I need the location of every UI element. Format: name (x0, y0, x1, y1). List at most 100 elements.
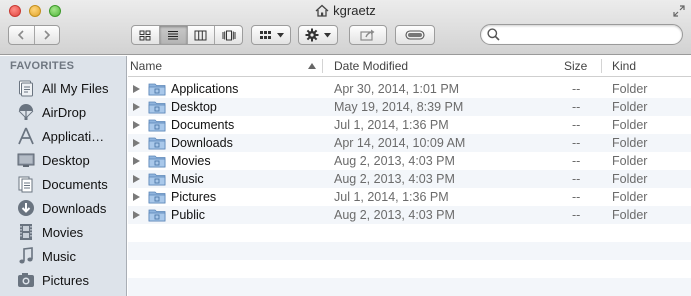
sidebar-item-desktop[interactable]: Desktop (0, 149, 126, 171)
action-button[interactable] (298, 25, 338, 45)
column-header-name[interactable]: Name (130, 56, 162, 76)
dropdown-arrow-icon (276, 32, 284, 37)
sidebar-item-label: Documents (42, 176, 108, 192)
file-size: -- (572, 118, 581, 132)
disclosure-triangle-icon[interactable] (133, 175, 140, 183)
table-row[interactable]: Documents Jul 1, 2014, 1:36 PM -- Folder (128, 116, 691, 134)
sidebar-item-pictures[interactable]: Pictures (0, 269, 126, 291)
column-header-size[interactable]: Size (564, 56, 587, 76)
pictures-icon (16, 271, 36, 289)
sidebar-item-movies[interactable]: Movies (0, 221, 126, 243)
tags-toggle-icon (405, 30, 425, 40)
window-title-text: kgraetz (333, 3, 376, 18)
empty-row (128, 278, 691, 296)
home-icon (315, 4, 329, 17)
sidebar-item-label: Applicati… (42, 128, 105, 144)
disclosure-triangle-icon[interactable] (133, 121, 140, 129)
disclosure-triangle-icon[interactable] (133, 193, 140, 201)
window-toolbar: kgraetz (0, 0, 691, 55)
music-folder-icon (148, 173, 166, 186)
sidebar-item-music[interactable]: Music (0, 245, 126, 267)
sidebar-item-downloads[interactable]: Downloads (0, 197, 126, 219)
documents-icon (16, 175, 36, 193)
share-button[interactable] (349, 25, 387, 45)
sidebar-item-documents[interactable]: Documents (0, 173, 126, 195)
file-name: Downloads (171, 136, 233, 150)
file-kind: Folder (612, 190, 648, 204)
applications-folder-icon (148, 83, 166, 96)
column-view-button[interactable] (188, 26, 216, 44)
sidebar-item-label: Music (42, 248, 76, 264)
documents-folder-icon (148, 119, 166, 132)
fullscreen-icon[interactable] (673, 5, 685, 17)
tags-button[interactable] (395, 25, 435, 45)
forward-button[interactable] (35, 26, 60, 44)
table-row[interactable]: Music Aug 2, 2013, 4:03 PM -- Folder (128, 170, 691, 188)
icon-view-button[interactable] (132, 26, 160, 44)
file-name: Music (171, 172, 204, 186)
chevron-left-icon (18, 30, 24, 40)
sidebar-item-all-my-files[interactable]: All My Files (0, 77, 126, 99)
search-icon (487, 28, 500, 41)
date-modified: Apr 14, 2014, 10:09 AM (334, 136, 466, 150)
file-kind: Folder (612, 82, 648, 96)
arrange-button[interactable] (251, 25, 291, 45)
sidebar-item-label: All My Files (42, 80, 109, 96)
sidebar-item-applications[interactable]: Applicati… (0, 125, 126, 147)
list-header: Name Date Modified Size Kind (128, 56, 691, 77)
pictures-folder-icon (148, 191, 166, 204)
file-name: Public (171, 208, 206, 222)
column-header-date-modified[interactable]: Date Modified (334, 56, 408, 76)
list-view-button[interactable] (159, 26, 188, 44)
date-modified: Aug 2, 2013, 4:03 PM (334, 154, 455, 168)
chevron-right-icon (44, 30, 50, 40)
file-name: Applications (171, 82, 239, 96)
file-kind: Folder (612, 208, 648, 222)
search-field[interactable] (480, 24, 683, 45)
table-row[interactable]: Pictures Jul 1, 2014, 1:36 PM -- Folder (128, 188, 691, 206)
table-row[interactable]: Movies Aug 2, 2013, 4:03 PM -- Folder (128, 152, 691, 170)
back-button[interactable] (9, 26, 35, 44)
date-modified: Jul 1, 2014, 1:36 PM (334, 118, 449, 132)
sidebar-item-airdrop[interactable]: AirDrop (0, 101, 126, 123)
file-name: Documents (171, 118, 235, 132)
disclosure-triangle-icon[interactable] (133, 157, 140, 165)
sidebar-item-label: Movies (42, 224, 84, 240)
column-header-kind[interactable]: Kind (612, 56, 636, 76)
file-size: -- (572, 190, 581, 204)
empty-row (128, 242, 691, 260)
disclosure-triangle-icon[interactable] (133, 103, 140, 111)
sort-ascending-icon[interactable] (308, 63, 316, 69)
list-view-icon (168, 30, 179, 40)
file-kind: Folder (612, 172, 648, 186)
table-row[interactable]: Desktop May 19, 2014, 8:39 PM -- Folder (128, 98, 691, 116)
column-divider[interactable] (601, 59, 602, 73)
file-name: Desktop (171, 100, 217, 114)
date-modified: Jul 1, 2014, 1:36 PM (334, 190, 449, 204)
sidebar-heading: FAVORITES (10, 60, 75, 72)
file-kind: Folder (612, 118, 648, 132)
sidebar-item-label: Pictures (42, 272, 89, 288)
icon-view-icon (139, 30, 151, 40)
file-size: -- (572, 208, 581, 222)
file-size: -- (572, 154, 581, 168)
cover-flow-view-button[interactable] (215, 26, 242, 44)
back-forward-control (8, 25, 60, 45)
table-row[interactable]: Applications Apr 30, 2014, 1:01 PM -- Folde… (128, 80, 691, 98)
date-modified: May 19, 2014, 8:39 PM (334, 100, 464, 114)
file-name: Pictures (171, 190, 217, 204)
column-divider[interactable] (322, 59, 323, 73)
date-modified: Apr 30, 2014, 1:01 PM (334, 82, 460, 96)
disclosure-triangle-icon[interactable] (133, 139, 140, 147)
movies-folder-icon (148, 155, 166, 168)
search-input[interactable] (503, 26, 673, 43)
table-row[interactable]: Public Aug 2, 2013, 4:03 PM -- Folder (128, 206, 691, 224)
all-files-icon (16, 79, 36, 97)
disclosure-triangle-icon[interactable] (133, 211, 140, 219)
table-row[interactable]: Downloads Apr 14, 2014, 10:09 AM -- Folder (128, 134, 691, 152)
music-icon (16, 247, 36, 265)
disclosure-triangle-icon[interactable] (133, 85, 140, 93)
share-icon (360, 29, 375, 41)
arrange-grid-icon (259, 31, 271, 39)
view-mode-control (131, 25, 243, 45)
